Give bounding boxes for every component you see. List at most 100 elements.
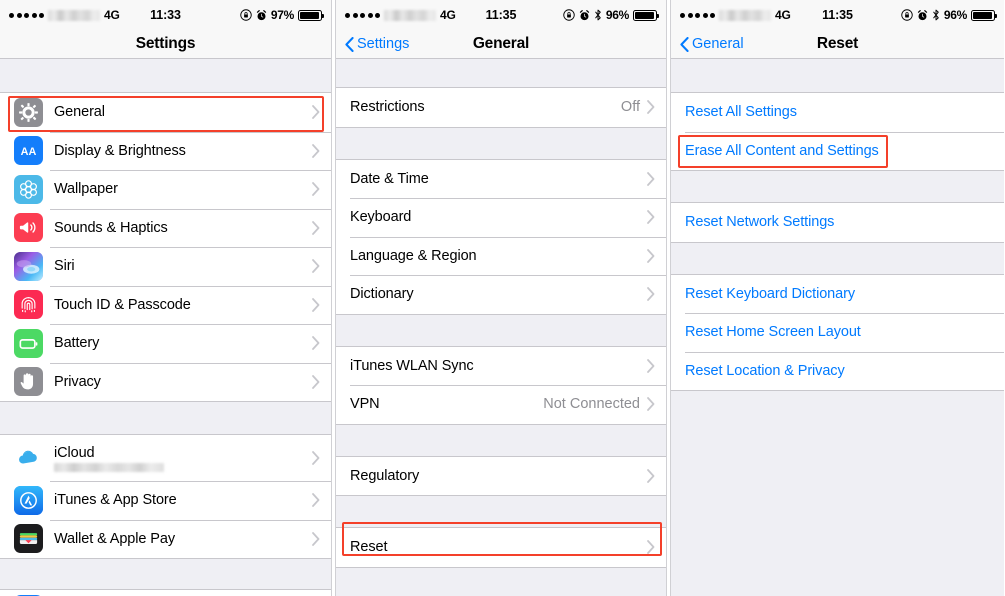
sidebar-item-label: Sounds & Haptics xyxy=(54,219,168,236)
general-group-sync: iTunes WLAN Sync VPN Not Connected xyxy=(336,345,666,425)
chevron-right-icon xyxy=(312,531,320,546)
sidebar-item-touch-id-passcode[interactable]: Touch ID & Passcode xyxy=(0,285,331,324)
list-item-vpn[interactable]: VPN Not Connected xyxy=(336,385,666,424)
chevron-right-icon xyxy=(312,220,320,235)
list-item-erase-all-content[interactable]: Erase All Content and Settings xyxy=(671,131,1004,170)
list-item-keyboard[interactable]: Keyboard xyxy=(336,198,666,237)
list-item-label: Reset Keyboard Dictionary xyxy=(685,285,855,302)
list-item-label: Reset Location & Privacy xyxy=(685,362,845,379)
back-button-label: Settings xyxy=(357,36,410,52)
back-button[interactable]: Settings xyxy=(345,36,409,52)
status-bar: 4G 11:35 96% xyxy=(336,0,666,30)
chevron-right-icon xyxy=(647,540,655,555)
back-button-label: General xyxy=(692,36,744,52)
wallpaper-icon xyxy=(14,174,43,204)
list-item-label: Keyboard xyxy=(350,209,412,226)
list-item-label: Reset xyxy=(350,539,388,556)
sidebar-item-wallet-apple-pay[interactable]: Wallet & Apple Pay xyxy=(0,519,331,558)
sidebar-item-label: Touch ID & Passcode xyxy=(54,296,191,313)
list-item-label: Erase All Content and Settings xyxy=(685,142,879,159)
display-brightness-icon: AA xyxy=(14,136,43,166)
list-item-label: Language & Region xyxy=(350,247,477,264)
chevron-right-icon xyxy=(647,210,655,225)
list-item-label: VPN xyxy=(350,396,380,413)
nav-bar: Settings General xyxy=(336,30,666,59)
status-bar-right: 96% xyxy=(563,8,659,22)
list-item-label: Reset Network Settings xyxy=(685,214,835,231)
list-item-regulatory[interactable]: Regulatory xyxy=(336,456,666,495)
settings-group-1: General AA Display & Brightness Wallpape… xyxy=(0,92,331,402)
touch-id-icon xyxy=(14,290,43,320)
sidebar-item-wallpaper[interactable]: Wallpaper xyxy=(0,170,331,209)
list-item-language-region[interactable]: Language & Region xyxy=(336,236,666,275)
back-button[interactable]: General xyxy=(680,36,744,52)
battery-icon xyxy=(298,9,324,21)
status-bar-right: 97% xyxy=(240,8,324,22)
list-item-reset-network-settings[interactable]: Reset Network Settings xyxy=(671,203,1004,242)
chevron-right-icon xyxy=(312,259,320,274)
reset-group-1: Reset All Settings Erase All Content and… xyxy=(671,92,1004,171)
screen-reset: 4G 11:35 96% General Reset Reset All Set… xyxy=(670,0,1004,596)
sidebar-item-privacy[interactable]: Privacy xyxy=(0,362,331,401)
alarm-icon xyxy=(917,9,928,21)
sidebar-item-battery[interactable]: Battery xyxy=(0,324,331,363)
list-item-reset-all-settings[interactable]: Reset All Settings xyxy=(671,93,1004,132)
nav-bar: Settings xyxy=(0,30,331,59)
battery-icon xyxy=(633,9,659,21)
battery-percent-label: 96% xyxy=(943,8,967,22)
sidebar-item-general[interactable]: General xyxy=(0,93,331,132)
settings-group-2: iCloud iTunes & App Store Wallet & Apple… xyxy=(0,434,331,559)
general-list[interactable]: Restrictions Off Date & Time Keyboard La… xyxy=(336,59,666,596)
settings-group-3-partial xyxy=(0,589,331,596)
list-item-reset-keyboard-dictionary[interactable]: Reset Keyboard Dictionary xyxy=(671,274,1004,313)
chevron-right-icon xyxy=(312,336,320,351)
list-item-label: Regulatory xyxy=(350,467,420,484)
battery-percent-label: 97% xyxy=(270,8,294,22)
sidebar-item-partial[interactable] xyxy=(0,590,331,596)
list-item-itunes-wlan-sync[interactable]: iTunes WLAN Sync xyxy=(336,346,666,385)
battery-icon xyxy=(14,328,43,358)
sidebar-item-sounds-haptics[interactable]: Sounds & Haptics xyxy=(0,208,331,247)
general-group-reset: Reset xyxy=(336,527,666,568)
chevron-right-icon xyxy=(312,374,320,389)
app-store-icon xyxy=(14,485,43,515)
status-bar: 4G 11:33 97% xyxy=(0,0,331,30)
sidebar-item-icloud[interactable]: iCloud xyxy=(0,435,331,481)
sidebar-item-itunes-app-store[interactable]: iTunes & App Store xyxy=(0,481,331,520)
list-item-date-time[interactable]: Date & Time xyxy=(336,159,666,198)
alarm-icon xyxy=(579,9,590,21)
siri-icon xyxy=(14,251,43,281)
list-item-dictionary[interactable]: Dictionary xyxy=(336,275,666,314)
chevron-right-icon xyxy=(312,143,320,158)
sidebar-item-siri[interactable]: Siri xyxy=(0,247,331,286)
rotation-lock-icon xyxy=(563,9,575,21)
list-item-restrictions[interactable]: Restrictions Off xyxy=(336,88,666,127)
list-item-value: Off xyxy=(620,99,640,116)
list-item-reset-home-screen-layout[interactable]: Reset Home Screen Layout xyxy=(671,313,1004,352)
list-item-reset-location-privacy[interactable]: Reset Location & Privacy xyxy=(671,351,1004,390)
icloud-text-stack: iCloud xyxy=(54,445,164,472)
svg-text:AA: AA xyxy=(21,146,37,158)
reset-group-2: Reset Network Settings xyxy=(671,202,1004,243)
gear-icon xyxy=(14,97,43,127)
reset-list[interactable]: Reset All Settings Erase All Content and… xyxy=(671,59,1004,596)
screen-settings: 4G 11:33 97% Settings General AA Display… xyxy=(0,0,332,596)
sidebar-item-label: Siri xyxy=(54,258,75,275)
sidebar-item-label: Wallpaper xyxy=(54,181,118,198)
list-item-reset[interactable]: Reset xyxy=(336,528,666,567)
sidebar-item-label: Battery xyxy=(54,335,100,352)
sidebar-item-label: General xyxy=(54,104,105,121)
list-item-value: Not Connected xyxy=(543,396,640,413)
chevron-left-icon xyxy=(680,36,689,52)
list-item-label: iTunes WLAN Sync xyxy=(350,357,474,374)
battery-percent-label: 96% xyxy=(605,8,629,22)
settings-list[interactable]: General AA Display & Brightness Wallpape… xyxy=(0,59,331,596)
list-item-label: Date & Time xyxy=(350,170,429,187)
chevron-right-icon xyxy=(647,171,655,186)
sidebar-item-display-brightness[interactable]: AA Display & Brightness xyxy=(0,131,331,170)
reset-group-3: Reset Keyboard Dictionary Reset Home Scr… xyxy=(671,273,1004,391)
chevron-right-icon xyxy=(647,468,655,483)
bluetooth-icon xyxy=(594,9,602,21)
chevron-right-icon xyxy=(312,297,320,312)
screen-general: 4G 11:35 96% Settings General Restrictio… xyxy=(335,0,667,596)
